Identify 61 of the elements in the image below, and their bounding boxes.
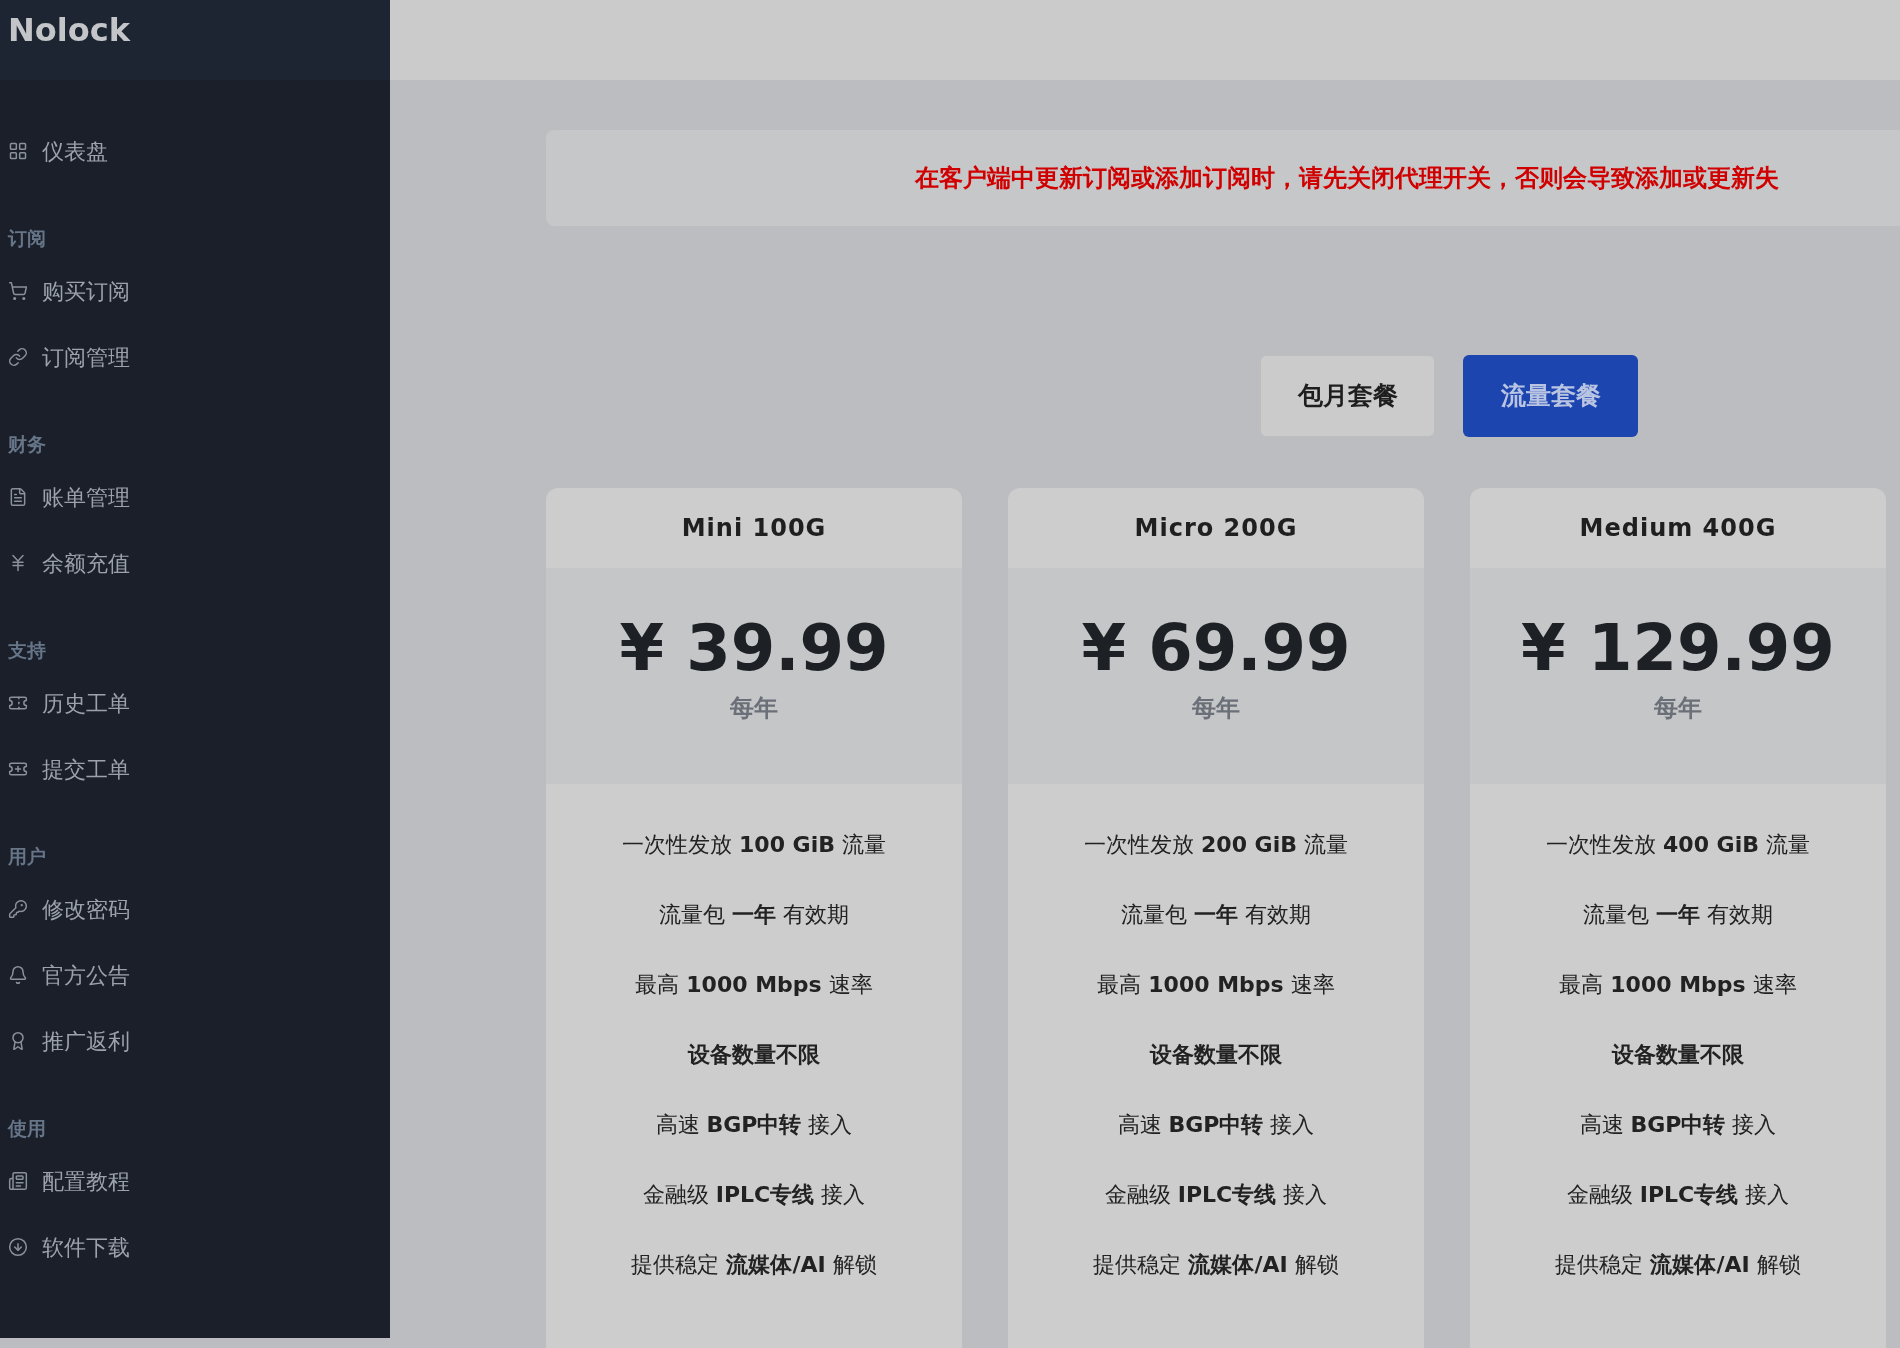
nav-section-title: 订阅 [6, 225, 47, 251]
nav-item[interactable]: 修改密码 [0, 876, 390, 942]
plan-period: 每年 [1192, 693, 1240, 724]
document-icon [8, 1171, 28, 1191]
plan-period: 每年 [1654, 693, 1702, 724]
plan-feature: 最高 1000 Mbps 速率 [635, 971, 873, 999]
plan-feature: 流量包 一年 有效期 [1121, 901, 1311, 929]
plan-feature: 提供稳定 流媒体/AI 解锁 [631, 1251, 877, 1279]
plan-feature: 最高 1000 Mbps 速率 [1559, 971, 1797, 999]
key-icon [8, 899, 28, 919]
brand-logo[interactable]: Nolock [8, 11, 130, 49]
bell-icon [8, 965, 28, 985]
plan-feature: 设备数量不限 [688, 1041, 820, 1069]
grid-icon [8, 141, 28, 161]
plan-feature: 金融级 IPLC专线 接入 [1566, 1181, 1790, 1209]
plan-tab[interactable]: 包月套餐 [1260, 355, 1435, 437]
plan-tab[interactable]: 流量套餐 [1463, 355, 1638, 437]
plan-name: Micro 200G [1134, 513, 1298, 544]
document-icon [8, 487, 28, 507]
nav-section-title: 用户 [7, 843, 47, 869]
nav-item[interactable]: 推广返利 [0, 1008, 390, 1074]
nav-item[interactable]: 配置教程 [0, 1148, 390, 1214]
nav-item[interactable]: 余额充值 [0, 530, 390, 596]
plan-price: ¥ 69.99 [1081, 610, 1351, 687]
nav-item[interactable]: 提交工单 [0, 736, 390, 802]
plan-feature: 一次性发放 400 GiB 流量 [1546, 831, 1810, 859]
plan-feature: 高速 BGP中转 接入 [1579, 1111, 1777, 1139]
plan-feature: 最高 1000 Mbps 速率 [1097, 971, 1335, 999]
plan-period: 每年 [730, 693, 778, 724]
plan-feature: 设备数量不限 [1612, 1041, 1744, 1069]
plan-feature: 流量包 一年 有效期 [659, 901, 849, 929]
ticket-icon [8, 693, 28, 713]
nav-section-title: 财务 [7, 431, 47, 457]
nav-section-title: 支持 [7, 637, 47, 663]
plan-feature: 一次性发放 100 GiB 流量 [622, 831, 886, 859]
nav-item[interactable]: 仪表盘 [0, 118, 390, 184]
plan-price: ¥ 129.99 [1521, 610, 1835, 687]
nav-section-title: 使用 [6, 1115, 47, 1141]
plan-name: Mini 100G [681, 513, 827, 544]
nav-item[interactable]: 历史工单 [0, 670, 390, 736]
nav-item[interactable]: 官方公告 [0, 942, 390, 1008]
ticket-plus-icon [8, 759, 28, 779]
plan-feature: 高速 BGP中转 接入 [1117, 1111, 1315, 1139]
link-icon [8, 347, 28, 367]
cart-icon [8, 281, 28, 301]
plan-feature: 提供稳定 流媒体/AI 解锁 [1093, 1251, 1339, 1279]
plan-price: ¥ 39.99 [619, 610, 889, 687]
notice-text: 在客户端中更新订阅或添加订阅时，请先关闭代理开关，否则会导致添加或更新失 [915, 163, 1779, 194]
plan-feature: 金融级 IPLC专线 接入 [1104, 1181, 1328, 1209]
plan-feature: 高速 BGP中转 接入 [655, 1111, 853, 1139]
nav-item[interactable]: 购买订阅 [0, 258, 390, 324]
plan-feature: 流量包 一年 有效期 [1583, 901, 1773, 929]
plan-feature: 金融级 IPLC专线 接入 [642, 1181, 866, 1209]
plan-feature: 一次性发放 200 GiB 流量 [1084, 831, 1348, 859]
plan-name: Medium 400G [1579, 513, 1777, 544]
download-icon [8, 1237, 28, 1257]
nav-item[interactable]: 账单管理 [0, 464, 390, 530]
plan-feature: 提供稳定 流媒体/AI 解锁 [1555, 1251, 1801, 1279]
nav-item[interactable]: 订阅管理 [0, 324, 390, 390]
nav-item[interactable]: 软件下载 [0, 1214, 390, 1280]
plan-feature: 设备数量不限 [1150, 1041, 1282, 1069]
